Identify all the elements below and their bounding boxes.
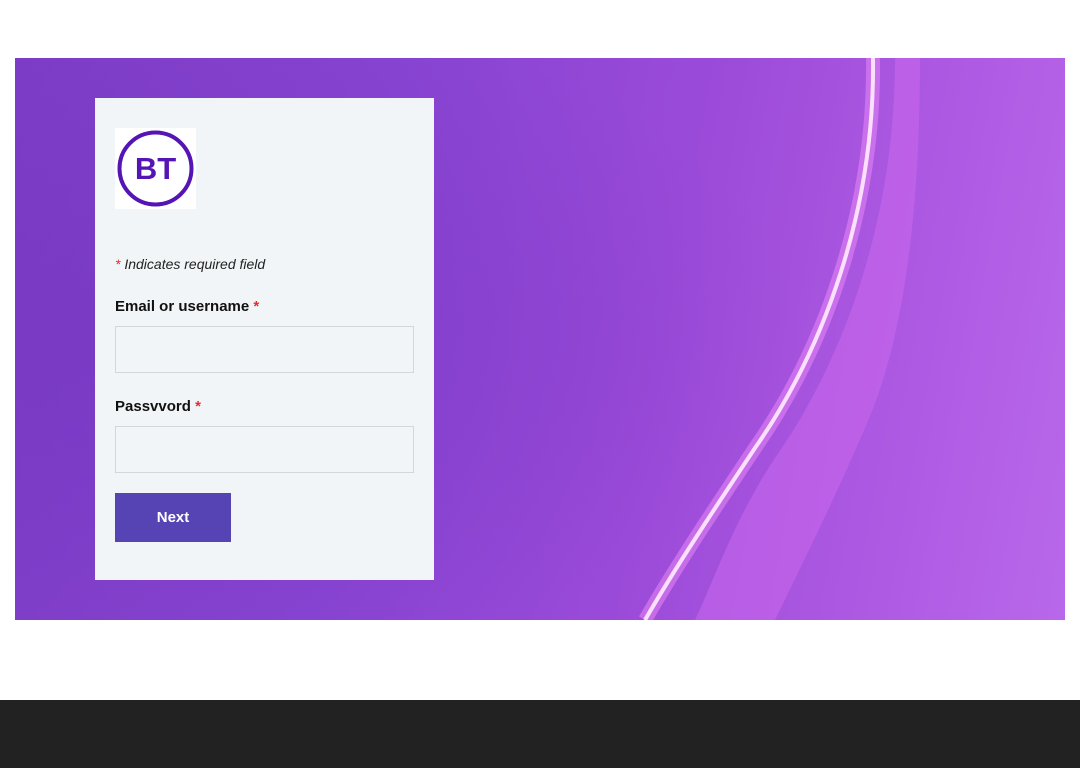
password-required-asterisk: * bbox=[195, 398, 201, 415]
required-asterisk: * bbox=[115, 256, 121, 272]
required-note-text: Indicates required field bbox=[124, 256, 266, 272]
email-label: Email or username * bbox=[115, 298, 259, 315]
bt-logo-icon: BT bbox=[117, 130, 194, 207]
email-input[interactable] bbox=[115, 326, 414, 373]
required-field-note: * Indicates required field bbox=[115, 256, 265, 272]
password-label-text: Passvvord bbox=[115, 398, 191, 415]
password-label: Passvvord * bbox=[115, 398, 201, 415]
email-label-text: Email or username bbox=[115, 298, 250, 315]
password-input[interactable] bbox=[115, 426, 414, 473]
logo: BT bbox=[115, 128, 196, 209]
login-card: BT * Indicates required field Email or u… bbox=[95, 98, 434, 580]
page: BT * Indicates required field Email or u… bbox=[0, 0, 1080, 768]
footer bbox=[0, 700, 1080, 768]
logo-text: BT bbox=[135, 151, 176, 186]
next-button[interactable]: Next bbox=[115, 493, 231, 542]
hero-banner: BT * Indicates required field Email or u… bbox=[15, 58, 1065, 620]
email-required-asterisk: * bbox=[253, 298, 260, 315]
